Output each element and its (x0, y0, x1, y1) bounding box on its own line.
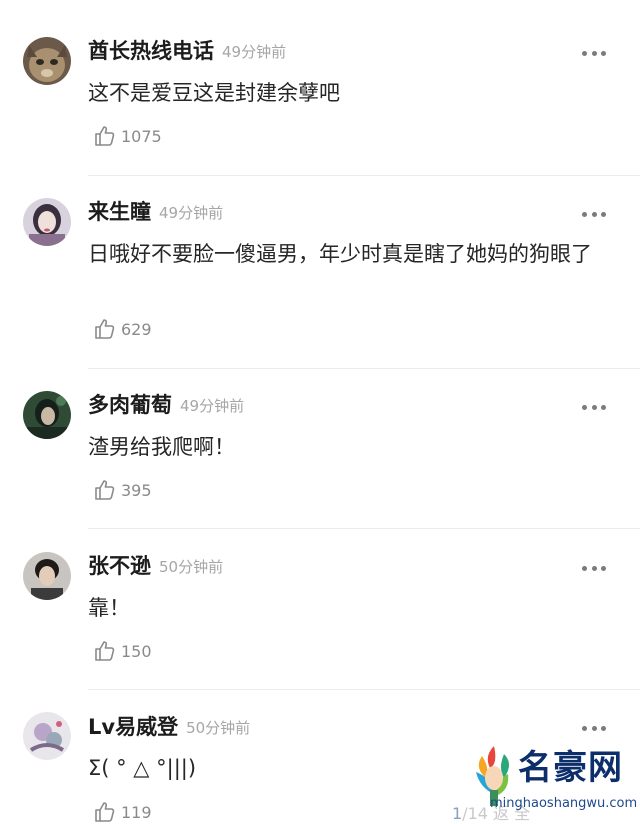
like-button[interactable]: 395 (93, 478, 152, 502)
comment-text: 靠！ (88, 596, 130, 620)
like-count: 629 (121, 319, 152, 339)
comment-text: 日哦好不要脸一傻逼男，年少时真是瞎了她妈的狗眼了 (88, 242, 592, 266)
more-options-icon[interactable] (582, 403, 606, 411)
username[interactable]: 酋长热线电话 49分钟前 (88, 38, 286, 65)
avatar[interactable] (23, 198, 71, 246)
username-text[interactable]: 张不逊 (88, 554, 151, 578)
comment-text: 这不是爱豆这是封建余孽吧 (88, 81, 340, 105)
like-button[interactable]: 1075 (93, 124, 162, 148)
divider (88, 175, 640, 176)
watermark-name: 名豪网 (518, 748, 623, 788)
username-text[interactable]: Lv易威登 (88, 715, 178, 739)
comment-time: 49分钟前 (159, 204, 224, 222)
comment-time: 49分钟前 (180, 397, 245, 415)
like-button[interactable]: 150 (93, 639, 152, 663)
username[interactable]: 多肉葡萄 49分钟前 (88, 392, 244, 419)
more-options-icon[interactable] (582, 210, 606, 218)
comment-time: 50分钟前 (159, 558, 224, 576)
username[interactable]: 来生瞳 49分钟前 (88, 199, 223, 226)
page-current: 1 (452, 804, 463, 823)
comment-text: 渣男给我爬啊！ (88, 435, 235, 459)
avatar[interactable] (23, 37, 71, 85)
username[interactable]: Lv易威登 50分钟前 (88, 714, 250, 741)
more-options-icon[interactable] (582, 724, 606, 732)
like-button[interactable]: 629 (93, 317, 152, 341)
username-text[interactable]: 多肉葡萄 (88, 393, 172, 417)
like-button[interactable]: 119 (93, 800, 152, 824)
divider (88, 689, 640, 690)
like-count: 1075 (121, 126, 162, 146)
thumbs-up-icon (95, 641, 115, 661)
thumbs-up-icon (95, 480, 115, 500)
comment-time: 49分钟前 (222, 43, 287, 61)
like-count: 119 (121, 802, 152, 822)
like-count: 395 (121, 480, 152, 500)
username[interactable]: 张不逊 50分钟前 (88, 553, 223, 580)
avatar[interactable] (23, 712, 71, 760)
divider (88, 528, 640, 529)
like-count: 150 (121, 641, 152, 661)
more-options-icon[interactable] (582, 564, 606, 572)
username-text[interactable]: 酋长热线电话 (88, 39, 214, 63)
avatar[interactable] (23, 391, 71, 439)
site-watermark: 名豪网 minghaoshangwu.com (468, 738, 640, 818)
divider (88, 368, 640, 369)
watermark-url: minghaoshangwu.com (490, 796, 638, 811)
thumbs-up-icon (95, 126, 115, 146)
comment-time: 50分钟前 (186, 719, 251, 737)
thumbs-up-icon (95, 319, 115, 339)
avatar[interactable] (23, 552, 71, 600)
username-text[interactable]: 来生瞳 (88, 200, 151, 224)
thumbs-up-icon (95, 802, 115, 822)
more-options-icon[interactable] (582, 49, 606, 57)
